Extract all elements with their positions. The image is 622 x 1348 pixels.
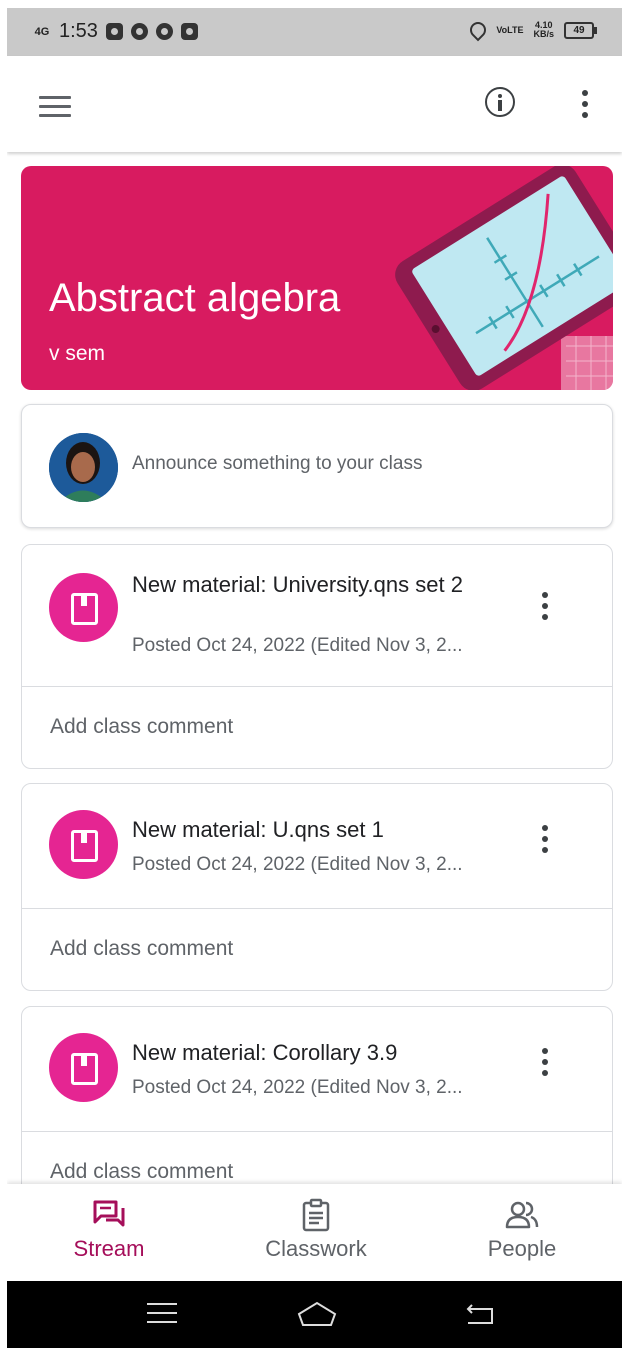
info-icon[interactable] bbox=[485, 87, 515, 117]
youtube-notification-icon bbox=[105, 23, 123, 40]
network-speed: 4.10 KB/s bbox=[533, 21, 554, 39]
post-meta: Posted Oct 24, 2022 (Edited Nov 3, 2... bbox=[132, 1077, 463, 1098]
battery-icon: 49 bbox=[564, 21, 597, 39]
class-banner[interactable]: Abstract algebra v sem bbox=[21, 166, 613, 390]
post-more-options-icon[interactable] bbox=[542, 592, 548, 622]
more-options-icon[interactable] bbox=[582, 90, 588, 120]
nav-tab-people[interactable]: People bbox=[437, 1198, 607, 1262]
nav-label-stream: Stream bbox=[73, 1236, 145, 1261]
add-comment-button[interactable]: Add class comment bbox=[50, 937, 233, 961]
post-title: New material: University.qns set 2 bbox=[132, 572, 463, 597]
material-icon bbox=[49, 1033, 118, 1102]
bottom-navigation: Stream Classwork People bbox=[7, 1184, 622, 1281]
status-bar: 4G 1:53 VoLTE 4.10 KB/s 49 bbox=[7, 8, 622, 56]
app-frame: 4G 1:53 VoLTE 4.10 KB/s 49 Abstract alge… bbox=[7, 8, 622, 1348]
recents-icon[interactable] bbox=[147, 1303, 177, 1330]
add-comment-button[interactable]: Add class comment bbox=[50, 715, 233, 739]
people-icon bbox=[505, 1201, 539, 1229]
post-more-options-icon[interactable] bbox=[542, 825, 548, 855]
material-post-card[interactable]: New material: U.qns set 1 Posted Oct 24,… bbox=[21, 783, 613, 991]
class-title: Abstract algebra bbox=[49, 276, 341, 320]
chrome-notification-icon bbox=[130, 23, 148, 40]
divider bbox=[22, 908, 612, 909]
post-title: New material: Corollary 3.9 bbox=[132, 1040, 398, 1065]
announce-card[interactable]: Announce something to your class bbox=[21, 404, 613, 528]
divider bbox=[22, 1131, 612, 1132]
material-post-card[interactable]: New material: University.qns set 2 Poste… bbox=[21, 544, 613, 769]
stream-icon bbox=[93, 1200, 125, 1227]
system-navigation-bar bbox=[7, 1281, 622, 1348]
post-meta: Posted Oct 24, 2022 (Edited Nov 3, 2... bbox=[132, 635, 463, 656]
class-section: v sem bbox=[49, 342, 106, 365]
divider bbox=[22, 686, 612, 687]
tablet-graph-illustration bbox=[395, 166, 613, 390]
speed-unit: KB/s bbox=[533, 29, 554, 39]
classwork-icon bbox=[302, 1198, 330, 1232]
chrome-notification-icon-2 bbox=[155, 23, 173, 40]
post-more-options-icon[interactable] bbox=[542, 1048, 548, 1078]
material-post-card[interactable]: New material: Corollary 3.9 Posted Oct 2… bbox=[21, 1006, 613, 1206]
material-icon bbox=[49, 810, 118, 879]
add-comment-button[interactable]: Add class comment bbox=[50, 1160, 233, 1184]
announce-placeholder: Announce something to your class bbox=[132, 453, 423, 474]
post-meta: Posted Oct 24, 2022 (Edited Nov 3, 2... bbox=[132, 854, 463, 875]
mic-notification-icon bbox=[180, 23, 198, 40]
back-icon[interactable] bbox=[462, 1301, 498, 1327]
post-title: New material: U.qns set 1 bbox=[132, 817, 384, 842]
network-indicator: 4G bbox=[34, 25, 50, 38]
nav-label-classwork: Classwork bbox=[265, 1236, 367, 1261]
status-time: 1:53 bbox=[59, 20, 98, 42]
nav-label-people: People bbox=[487, 1236, 557, 1261]
location-icon bbox=[466, 18, 490, 42]
menu-icon[interactable] bbox=[39, 96, 71, 118]
nav-tab-classwork[interactable]: Classwork bbox=[231, 1198, 401, 1262]
user-avatar bbox=[49, 433, 118, 502]
nav-tab-stream[interactable]: Stream bbox=[24, 1198, 194, 1262]
volte-indicator: VoLTE bbox=[496, 24, 524, 35]
app-bar bbox=[7, 56, 622, 152]
material-icon bbox=[49, 573, 118, 642]
home-icon[interactable] bbox=[295, 1299, 339, 1329]
